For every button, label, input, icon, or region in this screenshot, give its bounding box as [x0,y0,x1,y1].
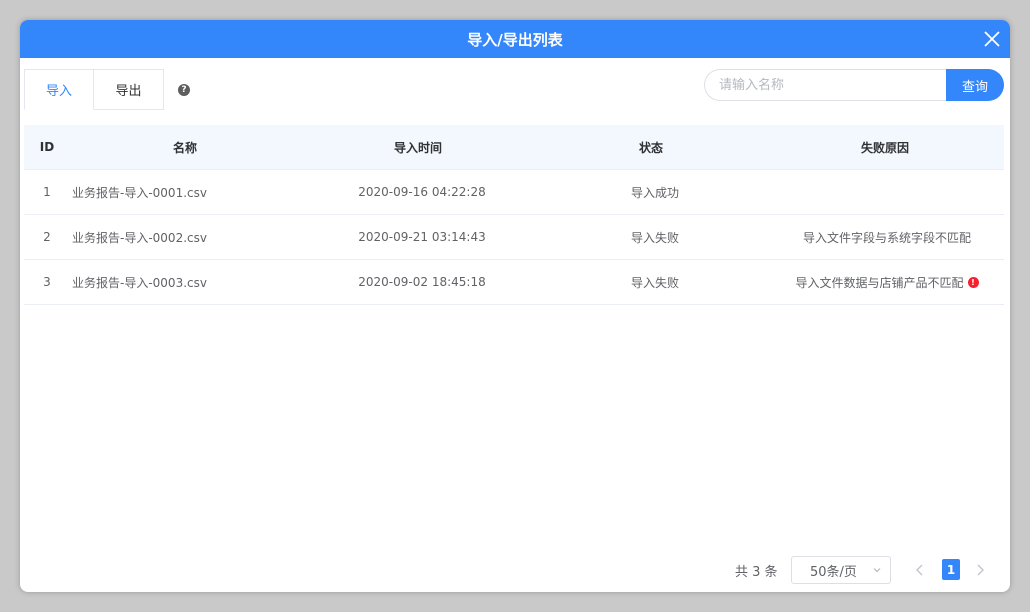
tab-export[interactable]: 导出 [94,69,164,110]
cell-status: 导入失败 [630,230,679,245]
cell-id: 3 [43,275,51,289]
page-size-select[interactable]: 50条/页 [791,556,891,584]
cell-reason: 导入文件数据与店铺产品不匹配 ! [770,274,1004,291]
table-row[interactable]: 2 业务报告-导入-0002.csv 2020-09-21 03:14:43 导… [24,215,1004,260]
import-export-dialog: 导入/导出列表 导入 导出 ? 查询 ID 名称 导入时间 状态 失败原因 1 … [20,20,1010,592]
pagination: 共 3 条 [720,556,778,584]
dialog-title: 导入/导出列表 [467,30,563,49]
table-row[interactable]: 1 业务报告-导入-0001.csv 2020-09-16 04:22:28 导… [24,170,1004,215]
cell-name: 业务报告-导入-0002.csv [72,230,207,245]
tab-bar: 导入 导出 [24,69,164,110]
dialog-header: 导入/导出列表 [20,20,1010,58]
column-header-status: 状态 [638,140,663,155]
pagination-total: 共 3 条 [735,564,778,580]
cell-status: 导入成功 [630,185,679,200]
cell-name: 业务报告-导入-0003.csv [72,275,207,290]
tab-import[interactable]: 导入 [24,69,94,110]
page-size-value: 50条/页 [810,564,857,580]
chevron-left-icon[interactable] [911,561,929,579]
cell-time: 2020-09-16 04:22:28 [358,185,486,199]
search-button[interactable]: 查询 [946,69,1004,101]
chevron-right-icon[interactable] [971,561,989,579]
cell-name: 业务报告-导入-0001.csv [72,185,207,200]
question-circle-icon[interactable]: ? [178,84,190,96]
table-header: ID 名称 导入时间 状态 失败原因 [24,125,1004,170]
cell-id: 2 [43,230,51,244]
column-header-time: 导入时间 [393,140,442,155]
search-input[interactable] [704,69,948,101]
cell-time: 2020-09-02 18:45:18 [358,275,486,289]
cell-time: 2020-09-21 03:14:43 [358,230,486,244]
reason-text: 导入文件数据与店铺产品不匹配 [795,275,964,290]
cell-status: 导入失败 [630,275,679,290]
close-icon[interactable] [982,29,1002,49]
cell-id: 1 [43,185,51,199]
page-number-current[interactable]: 1 [942,559,960,580]
column-header-reason: 失败原因 [860,140,909,155]
table-row[interactable]: 3 业务报告-导入-0003.csv 2020-09-02 18:45:18 导… [24,260,1004,305]
import-table: ID 名称 导入时间 状态 失败原因 1 业务报告-导入-0001.csv 20… [24,125,1004,305]
chevron-down-icon [873,568,881,573]
column-header-id: ID [39,140,55,154]
reason-text: 导入文件字段与系统字段不匹配 [802,230,971,245]
exclamation-circle-icon[interactable]: ! [967,276,979,288]
column-header-name: 名称 [172,140,197,155]
cell-reason: 导入文件字段与系统字段不匹配 [770,229,1004,246]
